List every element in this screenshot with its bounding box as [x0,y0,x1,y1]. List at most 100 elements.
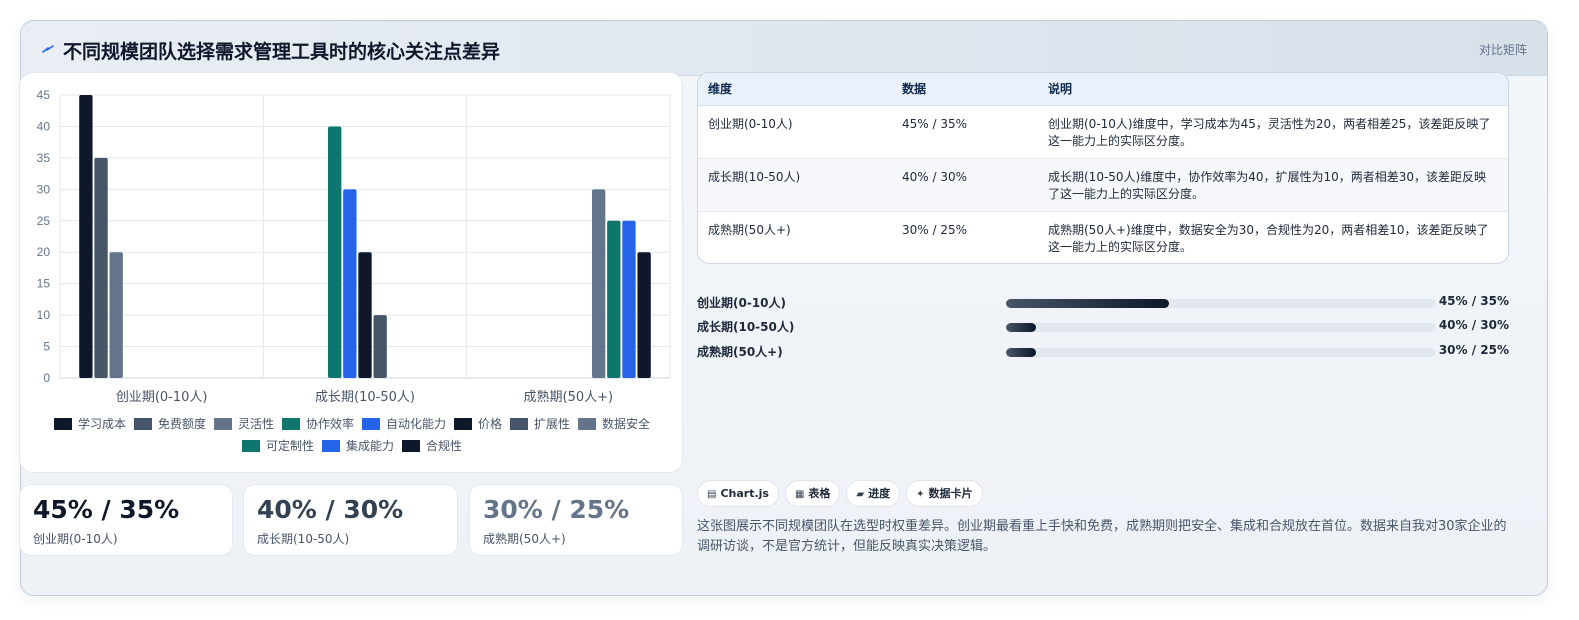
chip-label: 表格 [808,487,831,500]
bar [358,252,372,378]
column-header-data: 数据 [892,73,1038,106]
progress-track [1006,323,1436,332]
cell-note: 成长期(10-50人)维度中，协作效率为40，扩展性为10，两者相差30，该差距… [1038,158,1508,212]
legend-swatch [133,418,152,430]
bar [79,95,93,378]
bar [622,220,636,378]
table-row: 成长期(10-50人) 40% / 30% 成长期(10-50人)维度中，协作效… [698,158,1508,212]
chart-description: 这张图展示不同规模团队在选型时权重差异。创业期最看重上手快和免费，成熟期则把安全… [697,519,1507,554]
column-header-note: 说明 [1038,73,1508,106]
bar [343,189,357,378]
legend-swatch [454,418,473,430]
legend-swatch [53,418,72,430]
header-tag: 对比矩阵 [1478,43,1527,57]
legend-label: 可定制性 [265,439,314,453]
legend-label: 合规性 [426,439,463,453]
progress-label: 成熟期(50人+) [697,345,783,359]
stat-label: 成长期(10-50人) [257,532,350,546]
bar [94,157,108,378]
legend-swatch [510,418,529,430]
progress-fill [1006,348,1037,357]
progress-icon: ▰ [856,489,865,500]
legend-item[interactable]: 协作效率 [281,413,354,435]
chip-chartjs[interactable]: ▤ Chart.js [697,480,779,507]
cell-note: 成熟期(50人+)维度中，数据安全为30，合规性为20，两者相差10，该差距反映… [1048,222,1489,254]
legend-label: 灵活性 [237,417,274,431]
progress-row-mature: 成熟期(50人+) 30% / 25% [697,343,1509,361]
chip-label: 进度 [868,487,891,500]
y-tick-label: 45 [37,88,51,102]
legend-item[interactable]: 免费额度 [133,413,206,435]
progress-track [1006,299,1436,308]
bar [637,252,651,378]
tech-chips: ▤ Chart.js ▦ 表格 ▰ 进度 ✦ 数据卡片 [697,480,989,508]
progress-label: 成长期(10-50人) [697,320,795,334]
chip-data-card[interactable]: ✦ 数据卡片 [906,480,983,507]
legend-label: 数据安全 [602,417,651,431]
stat-card-mature: 30% / 25% 成熟期(50人+) [469,484,683,556]
legend-item[interactable]: 集成能力 [321,435,394,457]
chart-icon: ▤ [707,489,717,500]
chip-label: Chart.js [720,487,769,500]
legend-item[interactable]: 合规性 [402,435,462,457]
bar-chart: 0 5 10 15 20 25 30 35 40 45 创业期(0-10人) 成长期(10-50人) 成… [37,88,671,405]
progress-value: 40% / 30% [1438,318,1509,332]
legend-item[interactable]: 扩展性 [510,413,570,435]
chip-table[interactable]: ▦ 表格 [784,480,841,507]
progress-fill [1006,299,1170,308]
cell-data: 45% / 35% [892,105,1038,159]
legend-swatch [213,418,232,430]
stat-value: 40% / 30% [257,495,404,524]
legend-item[interactable]: 数据安全 [578,413,650,435]
legend-label: 集成能力 [345,439,394,453]
stat-label: 成熟期(50人+) [483,532,566,546]
legend-swatch [321,440,340,452]
y-tick-label: 15 [37,277,51,291]
legend-label: 免费额度 [157,417,206,431]
progress-fill [1006,323,1037,332]
cell-data: 40% / 30% [892,158,1038,212]
legend-item[interactable]: 自动化能力 [362,413,446,435]
y-tick-label: 20 [37,245,51,259]
chip-progress[interactable]: ▰ 进度 [846,480,901,507]
legend-item[interactable]: 价格 [454,413,502,435]
legend-swatch [281,418,300,430]
y-tick-label: 35 [37,151,51,165]
table-header-row: 维度 数据 说明 [698,73,1508,106]
legend-swatch [578,418,597,430]
table-row: 成熟期(50人+) 30% / 25% 成熟期(50人+)维度中，数据安全为30… [698,211,1508,263]
cell-dimension: 创业期(0-10人) [698,105,892,159]
stat-value: 30% / 25% [483,495,630,524]
y-tick-label: 25 [37,214,51,228]
y-tick-label: 10 [37,308,51,322]
legend-label: 协作效率 [305,417,354,431]
legend-item[interactable]: 可定制性 [241,435,314,457]
legend-label: 自动化能力 [386,417,447,431]
legend-item[interactable]: 灵活性 [213,413,274,435]
cell-dimension: 成熟期(50人+) [708,222,791,237]
progress-value: 45% / 35% [1438,294,1509,308]
card-header: 不同规模团队选择需求管理工具时的核心关注点差异 对比矩阵 [21,21,1547,76]
legend-label: 学习成本 [77,417,126,431]
progress-row-growth: 成长期(10-50人) 40% / 30% [697,318,1509,336]
legend-swatch [362,418,380,430]
legend-label: 扩展性 [534,417,571,431]
legend-label: 价格 [478,417,503,431]
legend-item[interactable]: 学习成本 [53,413,126,435]
progress-label: 创业期(0-10人) [697,296,786,310]
bar [591,189,606,378]
stat-value: 45% / 35% [33,495,180,524]
table-row: 创业期(0-10人) 45% / 35% 创业期(0-10人)维度中，学习成本为… [698,105,1508,159]
stat-card-growth: 40% / 30% 成长期(10-50人) [243,484,458,556]
y-tick-label: 40 [37,119,51,133]
progress-track [1006,348,1436,357]
cell-note: 创业期(0-10人)维度中，学习成本为45，灵活性为20，两者相差25，该差距反… [1038,105,1508,159]
y-tick-label: 30 [37,182,51,196]
x-tick-label: 成长期(10-50人) [315,390,415,405]
legend-swatch [241,440,260,452]
table-icon: ▦ [794,489,805,500]
stat-card-startup: 45% / 35% 创业期(0-10人) [19,484,233,556]
x-tick-label: 创业期(0-10人) [116,390,208,405]
column-header-dimension: 维度 [698,73,892,106]
progress-value: 30% / 25% [1438,343,1509,357]
